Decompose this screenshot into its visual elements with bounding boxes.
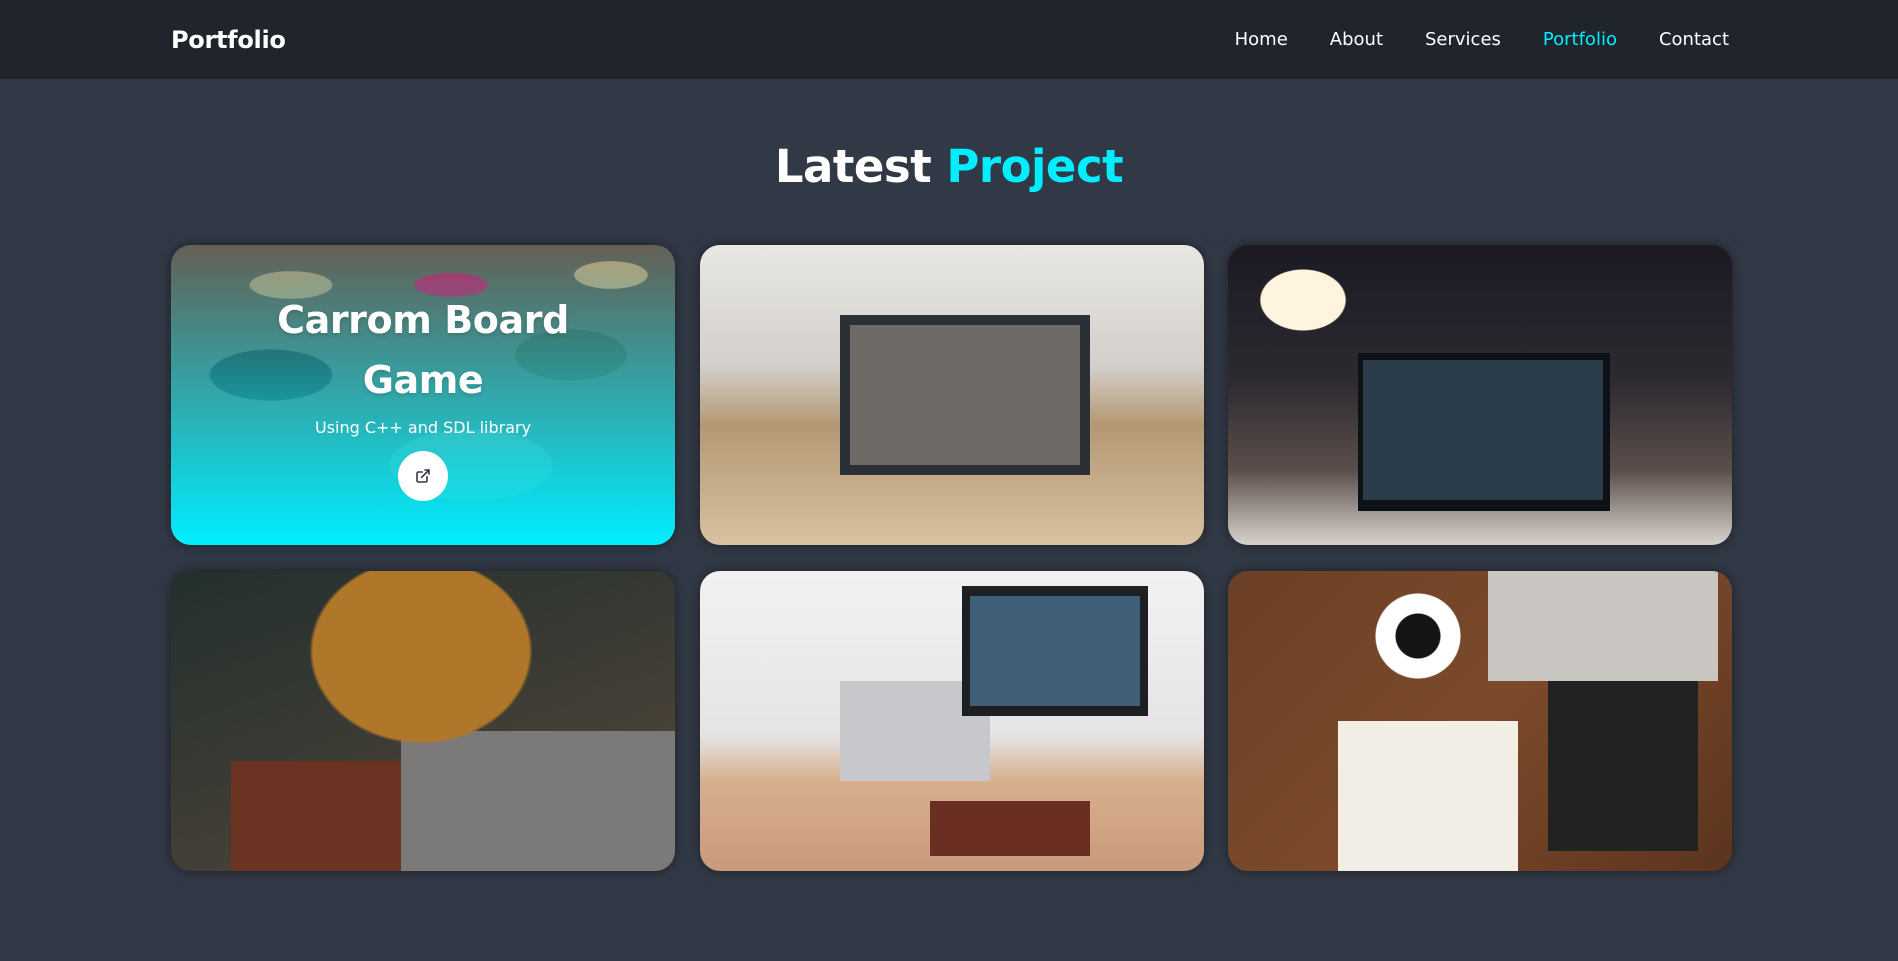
- project-card-6[interactable]: [1228, 571, 1732, 871]
- brand-logo[interactable]: Portfolio: [171, 26, 286, 54]
- portfolio-grid: Carrom Board Game Using C++ and SDL libr…: [171, 245, 1732, 871]
- laptop-trading-chart-photo: [699, 245, 1204, 545]
- project-link-button[interactable]: [398, 450, 448, 501]
- nav-contact[interactable]: Contact: [1659, 29, 1729, 50]
- external-link-icon: [416, 468, 430, 483]
- imac-desk-workspace-photo: [699, 571, 1204, 871]
- project-card-4[interactable]: [171, 571, 675, 871]
- nav-about[interactable]: About: [1330, 29, 1383, 50]
- project-title: Carrom Board Game: [277, 297, 569, 402]
- project-card-3[interactable]: [1228, 245, 1732, 545]
- section-title-accent: Project: [946, 140, 1124, 193]
- project-card-5[interactable]: [699, 571, 1204, 871]
- project-card-2[interactable]: [699, 245, 1204, 545]
- main-nav: Home About Services Portfolio Contact: [1193, 29, 1729, 50]
- project-overlay: Carrom Board Game Using C++ and SDL libr…: [171, 245, 675, 545]
- desk-lamp-laptop-photo: [1228, 245, 1732, 545]
- person-typing-laptop-photo: [171, 571, 675, 871]
- nav-home[interactable]: Home: [1235, 29, 1288, 50]
- project-description: Using C++ and SDL library: [314, 417, 532, 437]
- section-title-plain: Latest: [774, 140, 932, 193]
- navbar: Portfolio Home About Services Portfolio …: [0, 0, 1898, 79]
- project-card-carrom[interactable]: Carrom Board Game Using C++ and SDL libr…: [171, 245, 675, 545]
- nav-services[interactable]: Services: [1425, 29, 1501, 50]
- section-title: Latest Project: [0, 140, 1898, 193]
- nav-portfolio[interactable]: Portfolio: [1543, 29, 1617, 50]
- desk-notebook-coffee-tablet-photo: [1228, 571, 1732, 871]
